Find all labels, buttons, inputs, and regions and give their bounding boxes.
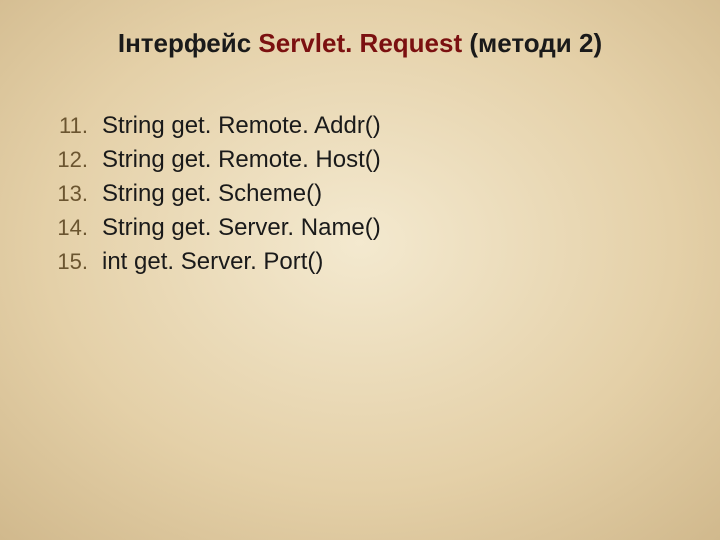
list-number: 14.: [48, 215, 102, 241]
slide-title: Інтерфейс Servlet. Request (методи 2): [0, 28, 720, 59]
list-number: 11.: [48, 113, 102, 139]
list-text: String get. Server. Name(): [102, 214, 381, 242]
list-text: String get. Scheme(): [102, 180, 322, 208]
list-number: 15.: [48, 249, 102, 275]
title-suffix: (методи 2): [462, 28, 602, 58]
list-item: 15. int get. Server. Port(): [48, 248, 381, 276]
list-text: String get. Remote. Host(): [102, 146, 381, 174]
slide: Інтерфейс Servlet. Request (методи 2) 11…: [0, 0, 720, 540]
title-classname: Servlet. Request: [258, 28, 462, 58]
list-text: String get. Remote. Addr(): [102, 112, 381, 140]
title-prefix: Інтерфейс: [118, 28, 259, 58]
list-number: 13.: [48, 181, 102, 207]
list-item: 14. String get. Server. Name(): [48, 214, 381, 242]
method-list: 11. String get. Remote. Addr() 12. Strin…: [48, 112, 381, 282]
list-text: int get. Server. Port(): [102, 248, 323, 276]
list-number: 12.: [48, 147, 102, 173]
list-item: 13. String get. Scheme(): [48, 180, 381, 208]
list-item: 11. String get. Remote. Addr(): [48, 112, 381, 140]
list-item: 12. String get. Remote. Host(): [48, 146, 381, 174]
